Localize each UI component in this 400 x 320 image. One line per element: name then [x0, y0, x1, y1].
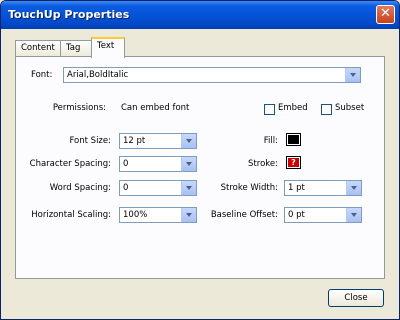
- chevron-down-icon[interactable]: [181, 181, 196, 195]
- stroke-width-value: 1 pt: [288, 183, 305, 193]
- close-button[interactable]: Close: [328, 289, 384, 307]
- word-spacing-value: 0: [123, 183, 129, 193]
- character-spacing-select[interactable]: 0: [119, 156, 197, 172]
- word-spacing-label: Word Spacing:: [49, 183, 111, 193]
- character-spacing-label: Character Spacing:: [29, 159, 111, 169]
- embed-label: Embed: [278, 103, 308, 113]
- stroke-width-select[interactable]: 1 pt: [284, 180, 362, 196]
- fill-color-swatch[interactable]: [286, 133, 301, 146]
- text-tab-panel: Font: Arial,BoldItalic Permissions: Can …: [15, 56, 385, 279]
- window-title: TouchUp Properties: [8, 8, 130, 21]
- stroke-width-label: Stroke Width:: [220, 183, 278, 193]
- chevron-down-icon[interactable]: [346, 208, 361, 222]
- touchup-properties-dialog: TouchUp Properties ✕ Content Tag Text Fo…: [0, 0, 400, 320]
- character-spacing-value: 0: [123, 159, 129, 169]
- font-size-select[interactable]: 12 pt: [119, 133, 197, 149]
- permissions-label: Permissions:: [52, 103, 106, 113]
- horizontal-scaling-select[interactable]: 100%: [119, 207, 197, 223]
- chevron-down-icon[interactable]: [181, 208, 196, 222]
- horizontal-scaling-value: 100%: [123, 210, 148, 220]
- horizontal-scaling-label: Horizontal Scaling:: [31, 210, 111, 220]
- chevron-down-icon[interactable]: [346, 181, 361, 195]
- font-size-label: Font Size:: [69, 136, 111, 146]
- subset-label: Subset: [335, 103, 365, 113]
- embed-checkbox[interactable]: [264, 104, 275, 115]
- title-bar: TouchUp Properties ✕: [1, 1, 399, 29]
- baseline-offset-select[interactable]: 0 pt: [284, 207, 362, 223]
- font-value: Arial,BoldItalic: [67, 70, 129, 80]
- font-select[interactable]: Arial,BoldItalic: [63, 67, 361, 83]
- stroke-label: Stroke:: [248, 159, 278, 169]
- chevron-down-icon[interactable]: [181, 134, 196, 148]
- subset-checkbox[interactable]: [321, 104, 332, 115]
- chevron-down-icon[interactable]: [345, 68, 360, 82]
- baseline-offset-label: Baseline Offset:: [210, 210, 278, 220]
- font-size-value: 12 pt: [123, 136, 146, 146]
- tab-content[interactable]: Content: [15, 40, 61, 57]
- question-icon: ?: [288, 158, 299, 167]
- word-spacing-select[interactable]: 0: [119, 180, 197, 196]
- close-window-icon[interactable]: ✕: [376, 5, 395, 24]
- stroke-color-swatch[interactable]: ?: [286, 156, 301, 169]
- tab-text[interactable]: Text: [91, 37, 125, 58]
- chevron-down-icon[interactable]: [181, 157, 196, 171]
- baseline-offset-value: 0 pt: [288, 210, 305, 220]
- fill-label: Fill:: [263, 136, 278, 146]
- permissions-value: Can embed font: [121, 103, 190, 113]
- fill-color-chip: [288, 135, 299, 144]
- tab-tag[interactable]: Tag: [60, 40, 92, 57]
- font-label: Font:: [31, 70, 53, 80]
